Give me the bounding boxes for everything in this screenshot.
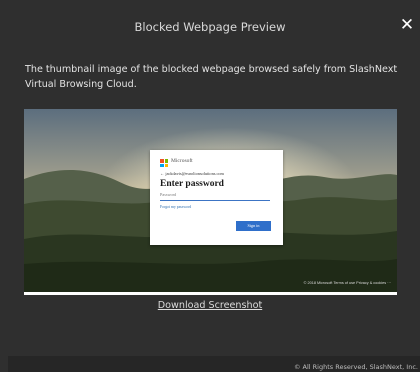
brand-name: Microsoft [171,158,193,164]
download-screenshot-link[interactable]: Download Screenshot [0,300,420,311]
card-heading: Enter password [160,179,224,189]
copyright-text: © All Rights Reserved, SlashNext, Inc. [293,363,418,371]
preview-modal: Blocked Webpage Preview ✕ The thumbnail … [0,0,420,372]
password-field: Password [160,192,270,201]
password-placeholder: Password [160,192,177,197]
account-email: ← jackdavis@eurolionsolutions.com [160,171,224,176]
sign-in-card: Microsoft ← jackdavis@eurolionsolutions.… [150,150,283,245]
forgot-password-link: Forgot my password [160,205,192,209]
modal-title: Blocked Webpage Preview [134,20,286,34]
sign-in-button: Sign in [236,221,271,231]
blocked-page-thumbnail: Microsoft ← jackdavis@eurolionsolutions.… [24,109,397,295]
modal-description: The thumbnail image of the blocked webpa… [25,64,398,90]
microsoft-logo-icon [160,159,168,167]
thumbnail-footer: © 2018 Microsoft Terms of use Privacy & … [303,281,391,285]
close-icon[interactable]: ✕ [398,14,416,36]
